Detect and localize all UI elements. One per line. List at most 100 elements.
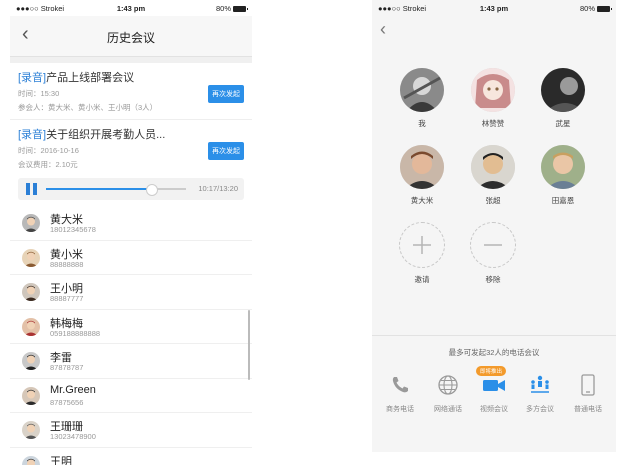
member-wu[interactable]: 武星 <box>533 68 593 129</box>
minus-icon[interactable] <box>470 222 516 268</box>
scrollbar[interactable] <box>248 310 250 380</box>
avatar <box>22 283 40 301</box>
page-title: 历史会议 <box>106 31 155 45</box>
nav-bar: ‹ 历史会议 <box>10 16 252 57</box>
tab-video-meeting[interactable]: 视频会议 <box>470 372 518 414</box>
contact-name: Mr.Green <box>50 383 96 396</box>
divider <box>372 335 616 336</box>
avatar <box>471 145 515 189</box>
meeting-item[interactable]: [录音]关于组织开展考勤人员... 时间：2016-10-16 会议费用：2.1… <box>10 120 252 176</box>
contact-phone: 13023478900 <box>50 432 96 441</box>
redial-button[interactable]: 再次发起 <box>208 142 244 160</box>
contact-phone: 87875656 <box>50 397 84 407</box>
multi-party-icon <box>531 375 549 393</box>
avatar <box>22 455 40 465</box>
invite-label: 邀请 <box>414 275 430 284</box>
history-meetings-screen: ●●●○○ Strokei 1:43 pm 80% ‹ 历史会议 [录音]产品上… <box>10 0 252 465</box>
status-bar: ●●●○○ Strokei 1:43 pm 80% <box>10 0 252 16</box>
contact-phone: 87878787 <box>50 363 84 372</box>
avatar <box>22 317 40 336</box>
avatar <box>541 145 585 189</box>
avatar <box>400 68 444 112</box>
member-name: 张超 <box>485 196 501 205</box>
contact-row[interactable]: 黄大米 18012345678 <box>10 206 252 241</box>
redial-button[interactable]: 再次发起 <box>208 85 244 103</box>
battery-percent: 80% <box>215 4 231 13</box>
battery-indicator: 80% <box>215 4 248 13</box>
invite-button[interactable]: 邀请 <box>392 222 452 285</box>
audio-player: 10:17/13:20 <box>18 178 244 200</box>
contact-phone: 88888888 <box>50 259 84 269</box>
tab-normal-call[interactable]: 普通电话 <box>564 372 612 414</box>
avatar <box>22 386 40 405</box>
recording-tag: [录音] <box>18 72 47 84</box>
meeting-participants: 参会人：黄大米、黄小米、王小明（3人） <box>18 103 158 112</box>
member-huang[interactable]: 黄大米 <box>392 145 452 206</box>
contact-row[interactable]: 黄小米 88888888 <box>10 241 252 275</box>
contact-row[interactable]: 王珊珊 13023478900 <box>10 413 252 448</box>
contact-phone: 88887777 <box>50 294 84 303</box>
pause-icon[interactable] <box>26 183 37 195</box>
tab-network-call[interactable]: 网络通话 <box>424 372 472 414</box>
battery-icon <box>597 6 612 13</box>
battery-indicator: 80% <box>579 4 612 13</box>
member-name: 武星 <box>555 119 571 128</box>
member-zhang[interactable]: 张超 <box>463 145 523 206</box>
progress-track[interactable] <box>46 184 186 196</box>
member-name: 林赞赞 <box>481 119 505 128</box>
contact-row[interactable]: 王小明 88887777 <box>10 275 252 310</box>
playback-time: 10:17/13:20 <box>198 184 238 193</box>
avatar <box>22 248 40 267</box>
member-tian[interactable]: 田嘉恩 <box>533 145 593 206</box>
tab-label: 商务电话 <box>386 406 414 413</box>
call-type-tabs: 商务电话 网络通话 视频会议 多方会议 普通电话 <box>372 372 616 432</box>
contact-row[interactable]: 李雷 87878787 <box>10 344 252 379</box>
meeting-title: [录音]关于组织开展考勤人员... <box>18 126 244 142</box>
meeting-title-text: 关于组织开展考勤人员... <box>46 129 166 141</box>
tab-label: 普通电话 <box>574 406 602 413</box>
contact-row[interactable]: 王明18900002345 <box>10 448 252 465</box>
member-name: 我 <box>418 119 426 128</box>
member-lin[interactable]: 林赞赞 <box>463 68 523 129</box>
contact-list: 黄大米 18012345678 黄小米 88888888 王小明 88887777 韩梅梅 0… <box>10 206 252 465</box>
phone-icon <box>392 377 408 393</box>
conference-call-screen: ●●●○○ Strokei 1:43 pm 80% ‹ 我 林赞赞 武星 黄大米… <box>372 0 616 452</box>
globe-icon <box>438 375 458 395</box>
contact-name: 王明 <box>50 455 72 465</box>
avatar <box>22 352 40 370</box>
battery-icon <box>233 6 248 13</box>
plus-icon[interactable] <box>399 222 445 268</box>
contact-phone: 18012345678 <box>50 225 96 234</box>
avatar <box>400 145 444 189</box>
tab-multi-party[interactable]: 多方会议 <box>516 372 564 414</box>
meeting-title-text: 产品上线部署会议 <box>46 72 135 84</box>
tab-business-call[interactable]: 商务电话 <box>376 372 424 414</box>
member-name: 田嘉恩 <box>551 196 575 205</box>
battery-percent: 80% <box>579 4 595 13</box>
remove-label: 移除 <box>485 275 501 284</box>
remove-button[interactable]: 移除 <box>463 222 523 285</box>
contact-row[interactable]: 韩梅梅 059188888888 <box>10 310 252 344</box>
chevron-left-icon[interactable]: ‹ <box>380 20 386 38</box>
mobile-phone-icon <box>581 374 595 396</box>
capacity-hint: 最多可发起32人的电话会议 <box>448 348 540 357</box>
meeting-cost: 会议费用：2.10元 <box>18 160 78 169</box>
progress-fill <box>46 188 151 190</box>
status-bar: ●●●○○ Strokei 1:43 pm 80% <box>372 0 616 16</box>
tab-label: 网络通话 <box>434 406 462 413</box>
meeting-title: [录音]产品上线部署会议 <box>18 69 244 85</box>
member-name: 黄大米 <box>410 196 434 205</box>
recording-tag: [录音] <box>18 129 47 141</box>
progress-knob[interactable] <box>146 184 158 196</box>
tab-label: 多方会议 <box>526 406 554 413</box>
avatar <box>22 421 40 439</box>
avatar <box>471 68 515 112</box>
contact-phone: 059188888888 <box>50 328 101 338</box>
tab-label: 视频会议 <box>480 406 508 413</box>
contact-row[interactable]: Mr.Green 87875656 <box>10 379 252 413</box>
video-camera-icon <box>483 380 505 391</box>
member-me[interactable]: 我 <box>392 68 452 129</box>
avatar <box>541 68 585 112</box>
avatar <box>22 214 40 232</box>
meeting-item[interactable]: [录音]产品上线部署会议 时间：15:30 参会人：黄大米、黄小米、王小明（3人… <box>10 63 252 120</box>
